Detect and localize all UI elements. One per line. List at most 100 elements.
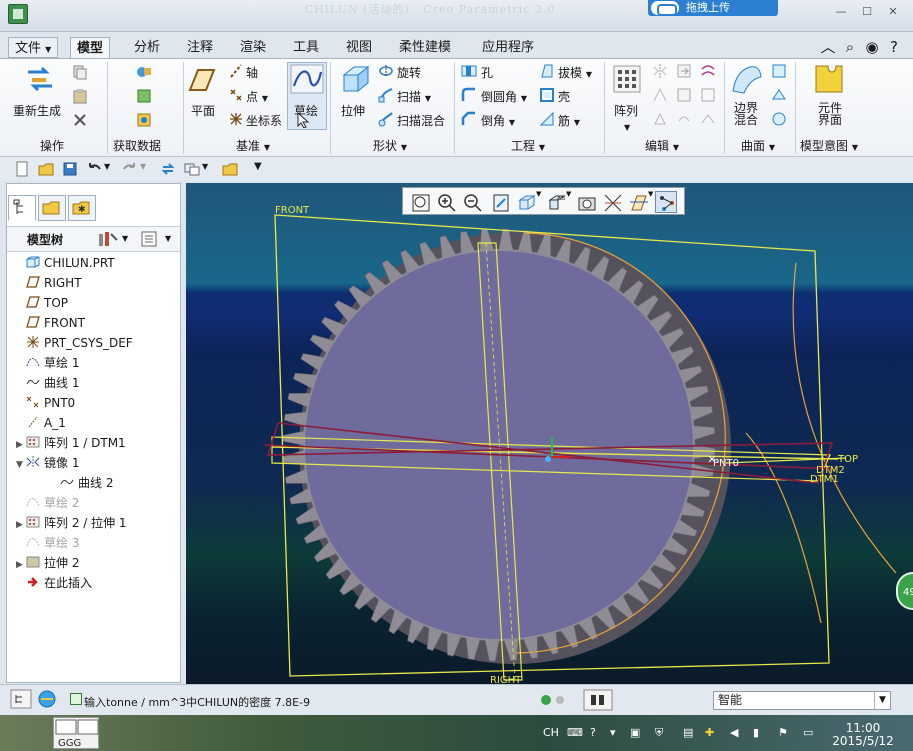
power-tray-icon[interactable]: ▭ <box>803 726 813 742</box>
tree-item[interactable]: ▼ 镜像 1 <box>16 453 79 473</box>
csys-button[interactable]: 坐标系 <box>246 112 282 129</box>
copy-icon[interactable] <box>72 64 88 80</box>
draft-button[interactable]: 拔模 ▼ <box>558 64 592 81</box>
freestyle-icon[interactable] <box>771 111 787 127</box>
community-icon[interactable]: ◉ <box>861 38 883 56</box>
tab-applications[interactable]: 应用程序 <box>476 37 540 58</box>
user-defined-feature-icon[interactable] <box>136 64 152 80</box>
graphics-viewport[interactable]: FRONT RIGHT TOP DTM2 DTM1 PNT0 <box>186 183 913 684</box>
find-icon[interactable] <box>583 689 613 711</box>
model-scene[interactable]: FRONTRIGHTTOPDTM2DTM1PNT0 <box>186 183 913 684</box>
creo-app-icon[interactable] <box>8 4 28 24</box>
tab-annotate[interactable]: 注释 <box>181 37 219 58</box>
solidify-icon[interactable] <box>700 111 716 127</box>
tree-item[interactable]: 草绘 3 <box>16 533 79 553</box>
tree-item[interactable]: 曲线 1 <box>16 373 79 393</box>
maximize-button[interactable]: ☐ <box>858 5 876 19</box>
shrinkwrap-icon[interactable] <box>136 112 152 128</box>
round-button[interactable]: 倒圆角 ▼ <box>481 88 527 105</box>
menu-tray-icon[interactable]: ▾ <box>610 726 616 742</box>
tab-render[interactable]: 渲染 <box>234 37 272 58</box>
zoom-out-icon[interactable] <box>461 191 483 213</box>
style-icon[interactable] <box>771 87 787 103</box>
offset-curve-icon[interactable] <box>700 63 716 79</box>
tree-item[interactable]: RIGHT <box>16 273 82 293</box>
keyboard-icon[interactable]: ⌨ <box>567 726 583 742</box>
perspective-icon[interactable] <box>601 191 623 213</box>
photo-tray-icon[interactable]: ▣ <box>630 726 640 742</box>
show-dropdown-icon[interactable]: ▼ <box>165 234 171 243</box>
undo-icon[interactable] <box>86 161 102 177</box>
hole-button[interactable]: 孔 <box>481 64 493 81</box>
group-operations[interactable]: 操作 <box>40 137 64 154</box>
model-tree-tab[interactable] <box>8 195 36 221</box>
tab-model[interactable]: 模型 <box>70 37 111 58</box>
minimize-button[interactable]: — <box>832 5 850 19</box>
navigator-toggle-icon[interactable] <box>10 689 32 709</box>
flag-tray-icon[interactable]: ⚑ <box>778 726 788 742</box>
point-button[interactable]: 点 ▼ <box>246 88 268 105</box>
folder-browser-tab[interactable] <box>38 195 66 221</box>
intersect-icon[interactable] <box>700 87 716 103</box>
selection-filter[interactable]: 智能 ▼ <box>713 691 891 710</box>
tab-file[interactable]: 文件 ▼ <box>8 37 59 58</box>
tree-item[interactable]: CHILUN.PRT <box>16 253 115 273</box>
project-icon[interactable] <box>652 111 668 127</box>
redo-icon[interactable] <box>122 161 138 177</box>
system-clock[interactable]: 11:00 2015/5/12 <box>828 722 898 748</box>
datum-display-dropdown-icon[interactable]: ▼ <box>648 190 653 198</box>
group-get-data[interactable]: 获取数据 <box>113 137 161 154</box>
tree-item[interactable]: ▶ 阵列 2 / 拉伸 1 <box>16 513 127 533</box>
boundary-blend-button[interactable]: 边界 混合 <box>734 102 758 126</box>
group-editing[interactable]: 编辑 ▼ <box>645 137 679 154</box>
tree-item[interactable]: 曲线 2 <box>50 473 113 493</box>
zoom-in-icon[interactable] <box>435 191 457 213</box>
delete-icon[interactable] <box>72 112 88 128</box>
help-tray-icon[interactable]: ? <box>590 726 596 742</box>
undo-dropdown-icon[interactable]: ▼ <box>104 162 110 171</box>
view-manager-icon[interactable] <box>575 191 597 213</box>
expand-toggle-icon[interactable]: ▼ <box>16 455 26 475</box>
plane-button[interactable]: 平面 <box>191 102 215 119</box>
qat-customize-icon[interactable]: ▼ <box>254 161 262 172</box>
merge-icon[interactable] <box>652 87 668 103</box>
copy-geometry-icon[interactable] <box>136 88 152 104</box>
volume-icon[interactable]: ◀ <box>730 726 738 742</box>
windows-dropdown-icon[interactable]: ▼ <box>202 162 208 171</box>
annotation-display-icon[interactable] <box>655 191 677 213</box>
close-button[interactable]: ✕ <box>884 5 902 19</box>
group-datum[interactable]: 基准 ▼ <box>236 137 270 154</box>
redo-dropdown-icon[interactable]: ▼ <box>140 162 146 171</box>
fill-icon[interactable] <box>771 63 787 79</box>
browser-toggle-icon[interactable] <box>36 689 58 709</box>
group-engineering[interactable]: 工程 ▼ <box>511 137 545 154</box>
open-folder-icon[interactable] <box>38 161 54 177</box>
tree-item[interactable]: TOP <box>16 293 68 313</box>
windows-icon[interactable] <box>184 161 200 177</box>
tree-item[interactable]: PRT_CSYS_DEF <box>16 333 133 353</box>
tree-item[interactable]: PNT0 <box>16 393 75 413</box>
expand-toggle-icon[interactable]: ▶ <box>16 555 26 575</box>
display-style-icon[interactable] <box>515 191 537 213</box>
extend-icon[interactable] <box>676 63 692 79</box>
shell-button[interactable]: 壳 <box>558 88 570 105</box>
repaint-icon[interactable] <box>489 191 511 213</box>
rib-button[interactable]: 筋 ▼ <box>558 112 580 129</box>
group-model-intent[interactable]: 模型意图 ▼ <box>800 137 858 154</box>
tab-view[interactable]: 视图 <box>340 37 378 58</box>
group-surfaces[interactable]: 曲面 ▼ <box>741 137 775 154</box>
component-interface-button[interactable]: 元件 界面 <box>818 102 842 126</box>
regenerate-button[interactable]: 重新生成 <box>13 102 61 119</box>
search-icon[interactable]: ⌕ <box>839 38 861 56</box>
favorites-tab[interactable]: ✱ <box>68 195 96 221</box>
tab-flexible-modeling[interactable]: 柔性建模 <box>393 37 457 58</box>
drag-upload-button[interactable]: 拖拽上传 <box>648 0 778 16</box>
refit-icon[interactable] <box>409 191 431 213</box>
datum-display-icon[interactable] <box>627 191 649 213</box>
tree-item[interactable]: 草绘 2 <box>16 493 79 513</box>
regenerate-small-icon[interactable] <box>160 161 176 177</box>
tree-item[interactable]: ▶ 阵列 1 / DTM1 <box>16 433 126 453</box>
expand-toggle-icon[interactable]: ▶ <box>16 435 26 455</box>
security-tray-icon[interactable]: ⛨ <box>655 726 663 742</box>
mirror-icon[interactable] <box>652 63 668 79</box>
